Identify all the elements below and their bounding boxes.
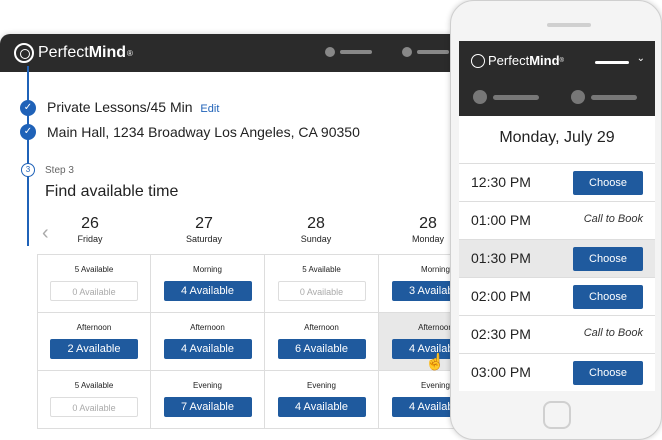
slot-cell: Evening 4 Available xyxy=(265,371,379,429)
time-label: 02:30 PM xyxy=(471,326,531,342)
time-label: 03:00 PM xyxy=(471,364,531,380)
available-slot-button[interactable]: 7 Available xyxy=(163,397,252,417)
nav-bar[interactable] xyxy=(493,95,539,100)
time-row: 01:00 PM Call to Book xyxy=(459,201,655,239)
slot-cell: 5 Available 0 Available xyxy=(37,255,151,313)
choose-button[interactable]: Choose xyxy=(573,247,643,271)
time-row: 01:30 PM Choose xyxy=(459,239,655,277)
available-slot-button[interactable]: 6 Available xyxy=(277,339,366,359)
step-service: Private Lessons/45 Min Edit xyxy=(47,99,219,115)
slot-label: 5 Available xyxy=(302,265,341,274)
phone-screen: Perfect Mind ® ⌄ Monday, July 29 12:30 PM C… xyxy=(459,41,655,391)
slot-label: Morning xyxy=(193,265,222,274)
slot-cell: Afternoon 2 Available xyxy=(37,313,151,371)
choose-button[interactable]: Choose xyxy=(573,171,643,195)
logo-mark-icon xyxy=(14,43,34,63)
slot-cell: Morning 4 Available xyxy=(151,255,265,313)
time-label: 12:30 PM xyxy=(471,174,531,190)
time-label: 02:00 PM xyxy=(471,288,531,304)
header-nav-bar[interactable] xyxy=(340,50,372,54)
day-number: 26 xyxy=(81,215,99,232)
service-text: Private Lessons/45 Min xyxy=(47,99,193,115)
step-timeline xyxy=(27,66,29,246)
available-slot-button[interactable]: 4 Available xyxy=(163,339,252,359)
day-header: 27 Saturday xyxy=(164,215,244,244)
nav-dot-icon[interactable] xyxy=(473,90,487,104)
home-button[interactable] xyxy=(543,401,571,429)
speaker-slot xyxy=(547,23,591,27)
slot-label: Afternoon xyxy=(304,323,339,332)
slot-label: Afternoon xyxy=(190,323,225,332)
available-slot-button[interactable]: 4 Available xyxy=(277,397,366,417)
slot-label: 5 Available xyxy=(74,381,114,390)
logo-mark-icon xyxy=(471,53,485,68)
slot-label: 5 Available xyxy=(74,265,114,274)
slot-label: Evening xyxy=(307,381,336,390)
nav-dot-icon[interactable] xyxy=(571,90,585,104)
edit-link[interactable]: Edit xyxy=(200,103,219,115)
logo-registered: ® xyxy=(127,48,133,58)
mobile-header: Perfect Mind ® ⌄ xyxy=(459,41,655,116)
slot-cell: Afternoon 6 Available xyxy=(265,313,379,371)
choose-button[interactable]: Choose xyxy=(573,361,643,385)
slot-cell: 5 Available 0 Available xyxy=(265,255,379,313)
call-to-book-text: Call to Book xyxy=(583,213,643,225)
slot-cell: 5 Available 0 Available xyxy=(37,371,151,429)
available-slot-button[interactable]: 2 Available xyxy=(50,339,138,359)
desktop-header: Perfect Mind ® xyxy=(0,34,470,72)
check-icon: ✓ xyxy=(20,100,36,116)
slot-label: Afternoon xyxy=(76,323,112,332)
perfectmind-logo[interactable]: Perfect Mind ® xyxy=(471,53,564,68)
day-name: Sunday xyxy=(300,234,332,244)
logo-prefix: Perfect xyxy=(38,44,89,61)
unavailable-slot-button: 0 Available xyxy=(277,281,366,301)
day-header: 26 Friday xyxy=(50,215,130,244)
logo-bold: Mind xyxy=(529,53,560,68)
step-location: Main Hall, 1234 Broadway Los Angeles, CA… xyxy=(47,124,360,140)
time-row: 03:00 PM Choose xyxy=(459,353,655,391)
time-row: 12:30 PM Choose xyxy=(459,163,655,201)
phone-frame: Perfect Mind ® ⌄ Monday, July 29 12:30 PM C… xyxy=(450,0,662,440)
slot-label: Evening xyxy=(193,381,222,390)
perfectmind-logo[interactable]: Perfect Mind ® xyxy=(14,43,133,63)
chevron-down-icon[interactable]: ⌄ xyxy=(637,53,645,64)
step-label: Step 3 xyxy=(45,165,74,176)
logo-registered: ® xyxy=(559,57,564,64)
unavailable-slot-button: 0 Available xyxy=(50,397,138,417)
time-list: 12:30 PM Choose 01:00 PM Call to Book 01:30 … xyxy=(459,163,655,391)
slot-cell: Evening 7 Available xyxy=(151,371,265,429)
stage: Perfect Mind ® ✓ ✓ Private Lessons/45 Min … xyxy=(0,0,662,440)
logo-prefix: Perfect xyxy=(488,53,530,68)
day-number: 27 xyxy=(195,215,213,232)
time-label: 01:00 PM xyxy=(471,212,531,228)
day-name: Friday xyxy=(77,234,103,244)
available-slot-button[interactable]: 4 Available xyxy=(163,281,252,301)
time-label: 01:30 PM xyxy=(471,250,531,266)
menu-bar[interactable] xyxy=(595,61,629,64)
availability-grid: 5 Available 0 Available Morning 4 Available… xyxy=(37,254,493,430)
day-header: 28 Sunday xyxy=(276,215,356,244)
nav-bar[interactable] xyxy=(591,95,637,100)
time-row: 02:00 PM Choose xyxy=(459,277,655,315)
slot-cell: Afternoon 4 Available xyxy=(151,313,265,371)
unavailable-slot-button: 0 Available xyxy=(50,281,138,301)
hand-cursor-icon: ☝ xyxy=(425,354,445,371)
call-to-book-text: Call to Book xyxy=(583,327,643,339)
prev-arrow-icon[interactable]: ‹ xyxy=(42,222,49,245)
choose-button[interactable]: Choose xyxy=(573,285,643,309)
time-row: 02:30 PM Call to Book xyxy=(459,315,655,353)
day-number: 28 xyxy=(307,215,325,232)
day-name: Saturday xyxy=(185,234,223,244)
header-nav-dot-icon[interactable] xyxy=(402,47,412,57)
header-nav-bar[interactable] xyxy=(417,50,449,54)
check-icon: ✓ xyxy=(20,124,36,140)
step-title: Find available time xyxy=(45,183,179,200)
step-number-badge: 3 xyxy=(21,163,35,177)
header-nav-dot-icon[interactable] xyxy=(325,47,335,57)
selected-date: Monday, July 29 xyxy=(499,129,615,146)
logo-bold: Mind xyxy=(88,44,127,61)
